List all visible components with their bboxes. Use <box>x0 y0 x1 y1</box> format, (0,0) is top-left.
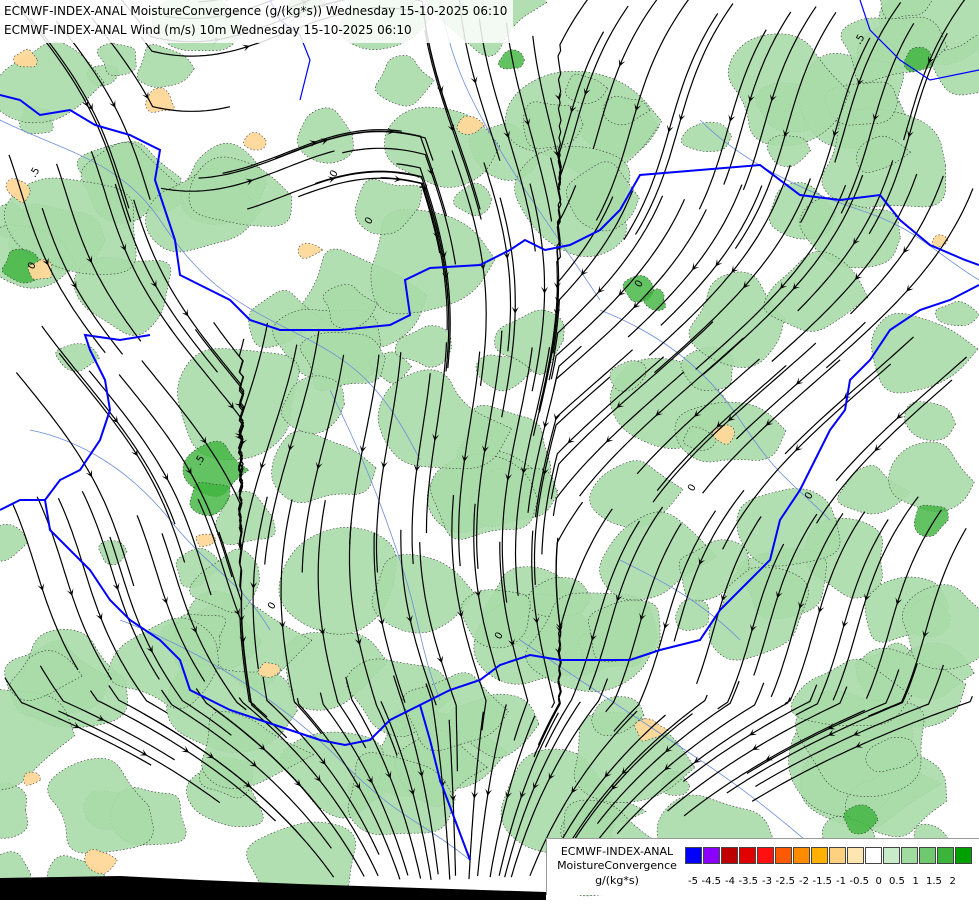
convergence-patch <box>840 16 948 83</box>
legend-swatch <box>919 847 936 864</box>
border-line <box>0 499 45 511</box>
title-moisture-convergence: ECMWF-INDEX-ANAL MoistureConvergence (g/… <box>4 4 508 18</box>
legend-swatch <box>883 847 900 864</box>
legend-field: MoistureConvergence <box>557 859 677 872</box>
legend-tick: -3 <box>762 876 772 887</box>
streamline <box>58 352 186 563</box>
contour-label: 0 <box>686 482 699 493</box>
legend-tick-labels: -5 -4.5 -4 -3.5 -3 -2.5 -2 -1.5 -1 -0.5 0 0.5 1 1.5 2 <box>688 876 979 890</box>
legend-tick: -2.5 <box>775 876 796 887</box>
convergence-patch <box>23 771 41 786</box>
legend-tick: -5 <box>688 876 698 887</box>
legend-tick: 2 <box>949 876 956 887</box>
convergence-patch <box>374 55 435 107</box>
color-legend: ECMWF-INDEX-ANAL MoistureConvergence g/(… <box>546 838 979 895</box>
legend-swatch <box>937 847 954 864</box>
legend-swatch <box>829 847 846 864</box>
convergence-patch <box>460 589 531 649</box>
convergence-patch <box>0 41 105 124</box>
legend-tick: -3.5 <box>738 876 759 887</box>
map-bottom-edge <box>0 870 546 900</box>
streamline-arrow <box>903 245 910 254</box>
legend-swatch <box>865 847 882 864</box>
legend-tick: -4 <box>725 876 735 887</box>
legend-tick: -1 <box>836 876 846 887</box>
convergence-patch <box>675 599 710 631</box>
legend-tick: -4.5 <box>701 876 722 887</box>
convergence-patch <box>271 430 377 503</box>
streamline-arrow <box>131 448 138 457</box>
legend-swatch <box>901 847 918 864</box>
contour-label: 0 <box>328 168 341 179</box>
legend-tick: 1 <box>912 876 919 887</box>
legend-swatches <box>685 847 973 864</box>
convergence-patch <box>297 242 324 259</box>
convergence-patch <box>766 135 811 168</box>
legend-tick: 0 <box>875 876 882 887</box>
legend-model: ECMWF-INDEX-ANAL <box>560 845 674 858</box>
legend-swatch <box>739 847 756 864</box>
convergence-patch <box>901 584 979 670</box>
streamline-arrow <box>181 308 189 317</box>
convergence-patch <box>136 44 195 88</box>
legend-tick: -2 <box>799 876 809 887</box>
convergence-patch <box>904 401 956 441</box>
contour-label: 0 <box>266 600 279 611</box>
legend-caption: ECMWF-INDEX-ANAL MoistureConvergence g/(… <box>551 845 683 888</box>
streamline <box>784 336 914 455</box>
title-wind: ECMWF-INDEX-ANAL Wind (m/s) 10m Wednesda… <box>4 23 412 37</box>
convergence-patch <box>888 441 975 512</box>
streamline-arrow <box>181 745 190 753</box>
legend-tick: -1.5 <box>812 876 833 887</box>
legend-swatch <box>775 847 792 864</box>
legend-swatch <box>811 847 828 864</box>
legend-tick: 1.5 <box>926 876 942 887</box>
convergence-patch <box>47 757 154 854</box>
legend-swatch <box>721 847 738 864</box>
legend-tick: -0.5 <box>849 876 870 887</box>
moisture-convergence-map: 0000.500.5.500 <box>0 0 979 900</box>
convergence-fill-layer <box>0 0 979 900</box>
convergence-patch <box>371 554 475 634</box>
contour-label: .5 <box>28 166 42 180</box>
legend-swatch <box>955 847 972 864</box>
legend-units: g/(kg*s) <box>595 874 639 887</box>
map-title-box: ECMWF-INDEX-ANAL MoistureConvergence (g/… <box>0 0 514 43</box>
streamline-arrow <box>749 728 758 736</box>
convergence-patch <box>0 782 29 839</box>
legend-swatch <box>757 847 774 864</box>
convergence-patch <box>243 132 267 151</box>
legend-swatch <box>847 847 864 864</box>
legend-swatch <box>793 847 810 864</box>
convergence-patch <box>913 504 949 537</box>
legend-swatch <box>703 847 720 864</box>
convergence-patch <box>188 156 293 227</box>
convergence-patch <box>688 271 785 368</box>
legend-swatch <box>685 847 702 864</box>
legend-tick: 0.5 <box>889 876 905 887</box>
convergence-patch <box>935 301 979 327</box>
